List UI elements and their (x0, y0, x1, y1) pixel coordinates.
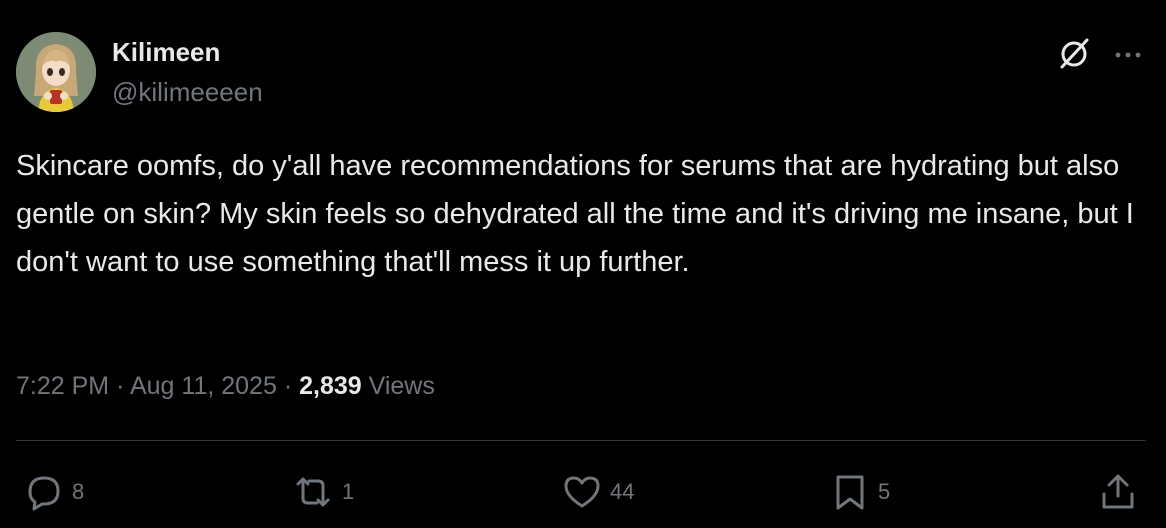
views-label: Views (368, 372, 435, 400)
tweet: Kilimeen @kilimeeeen Skincare oomfs, do … (0, 0, 1166, 528)
like-icon (564, 476, 600, 508)
display-name[interactable]: Kilimeen (112, 36, 220, 68)
divider (16, 440, 1146, 441)
tweet-meta: 7:22 PM · Aug 11, 2025 · 2,839 Views (16, 368, 435, 404)
like-button[interactable]: 44 (560, 472, 634, 512)
bookmark-count: 5 (878, 479, 891, 504)
repost-button[interactable]: 1 (290, 472, 354, 512)
reply-count: 8 (72, 479, 85, 504)
avatar[interactable] (16, 32, 96, 112)
like-count: 44 (610, 479, 635, 504)
reply-icon (28, 476, 60, 511)
share-button[interactable] (1096, 472, 1140, 512)
bookmark-icon (836, 475, 864, 510)
tweet-time[interactable]: 7:22 PM (16, 372, 109, 400)
bookmark-button[interactable]: 5 (828, 472, 890, 512)
views-count[interactable]: 2,839 (299, 372, 362, 400)
share-icon (1102, 474, 1134, 509)
repost-count: 1 (342, 479, 355, 504)
meta-separator: · (283, 372, 293, 400)
tweet-date[interactable]: Aug 11, 2025 (130, 372, 277, 400)
repost-icon (296, 477, 330, 507)
tweet-text: Skincare oomfs, do y'all have recommenda… (16, 150, 1134, 278)
more-icon[interactable] (1110, 40, 1146, 70)
grok-icon[interactable] (1054, 34, 1094, 74)
reply-button[interactable]: 8 (22, 472, 84, 512)
handle[interactable]: @kilimeeeen (112, 76, 263, 108)
avatar-image (16, 32, 96, 112)
meta-separator: · (116, 372, 125, 400)
